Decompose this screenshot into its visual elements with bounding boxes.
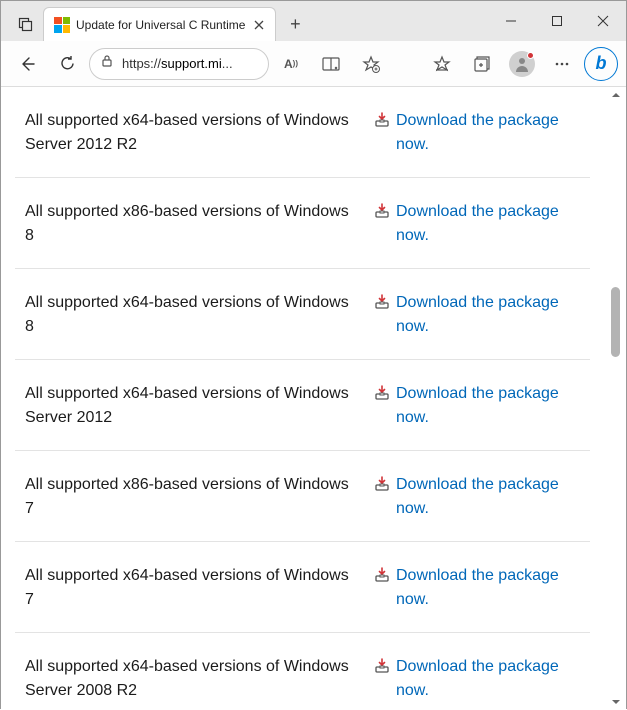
scroll-up-arrow[interactable] — [608, 87, 624, 103]
download-cell: Download the package now. — [374, 291, 590, 339]
tab-title: Update for Universal C Runtime — [76, 18, 245, 32]
tab-strip: Update for Universal C Runtime + — [9, 1, 488, 41]
download-cell: Download the package now. — [374, 564, 590, 612]
new-tab-button[interactable]: + — [280, 9, 310, 39]
read-aloud-button[interactable]: A)) — [273, 46, 309, 82]
row-description: All supported x86-based versions of Wind… — [15, 473, 360, 521]
download-cell: Download the package now. — [374, 655, 590, 703]
profile-button[interactable] — [504, 46, 540, 82]
download-link[interactable]: Download the package now. — [396, 291, 590, 339]
site-info-icon[interactable] — [100, 54, 114, 73]
microsoft-favicon — [54, 17, 70, 33]
tab-close-button[interactable] — [251, 17, 267, 33]
download-row: All supported x64-based versions of Wind… — [15, 360, 590, 451]
row-description: All supported x64-based versions of Wind… — [15, 655, 360, 703]
row-description: All supported x64-based versions of Wind… — [15, 291, 360, 339]
download-icon — [374, 385, 390, 401]
download-icon — [374, 567, 390, 583]
page-viewport: All supported x64-based versions of Wind… — [1, 87, 626, 710]
download-cell: Download the package now. — [374, 382, 590, 430]
row-description: All supported x86-based versions of Wind… — [15, 200, 360, 248]
download-icon — [374, 203, 390, 219]
download-icon — [374, 112, 390, 128]
download-icon — [374, 294, 390, 310]
download-row: All supported x86-based versions of Wind… — [15, 451, 590, 542]
download-icon — [374, 658, 390, 674]
favorites-add-button[interactable] — [353, 46, 389, 82]
bing-button[interactable]: b — [584, 47, 618, 81]
download-link[interactable]: Download the package now. — [396, 655, 590, 703]
scroll-down-arrow[interactable] — [608, 694, 624, 710]
minimize-button[interactable] — [488, 1, 534, 41]
refresh-button[interactable] — [49, 46, 85, 82]
window-titlebar: Update for Universal C Runtime + — [1, 1, 626, 41]
browser-toolbar: https://support.mi... A)) b — [1, 41, 626, 87]
restore-button[interactable] — [534, 1, 580, 41]
tab-actions-button[interactable] — [9, 7, 43, 41]
url-text: https://support.mi... — [122, 56, 258, 71]
notification-dot — [527, 52, 534, 59]
download-link[interactable]: Download the package now. — [396, 382, 590, 430]
download-row: All supported x64-based versions of Wind… — [15, 542, 590, 633]
page-content: All supported x64-based versions of Wind… — [1, 87, 608, 710]
reading-mode-button[interactable] — [313, 46, 349, 82]
menu-button[interactable] — [544, 46, 580, 82]
download-row: All supported x86-based versions of Wind… — [15, 178, 590, 269]
browser-tab[interactable]: Update for Universal C Runtime — [43, 7, 276, 41]
row-description: All supported x64-based versions of Wind… — [15, 382, 360, 430]
download-cell: Download the package now. — [374, 473, 590, 521]
download-cell: Download the package now. — [374, 109, 590, 157]
download-icon — [374, 476, 390, 492]
row-description: All supported x64-based versions of Wind… — [15, 109, 360, 157]
scrollbar[interactable] — [608, 87, 624, 710]
row-description: All supported x64-based versions of Wind… — [15, 564, 360, 612]
close-window-button[interactable] — [580, 1, 626, 41]
download-cell: Download the package now. — [374, 200, 590, 248]
download-link[interactable]: Download the package now. — [396, 109, 590, 157]
download-link[interactable]: Download the package now. — [396, 564, 590, 612]
download-row: All supported x64-based versions of Wind… — [15, 87, 590, 178]
download-link[interactable]: Download the package now. — [396, 473, 590, 521]
download-link[interactable]: Download the package now. — [396, 200, 590, 248]
back-button[interactable] — [9, 46, 45, 82]
address-bar[interactable]: https://support.mi... — [89, 48, 269, 80]
download-row: All supported x64-based versions of Wind… — [15, 269, 590, 360]
scroll-thumb[interactable] — [611, 287, 620, 357]
favorites-button[interactable] — [424, 46, 460, 82]
download-row: All supported x64-based versions of Wind… — [15, 633, 590, 710]
window-controls — [488, 1, 626, 41]
collections-button[interactable] — [464, 46, 500, 82]
